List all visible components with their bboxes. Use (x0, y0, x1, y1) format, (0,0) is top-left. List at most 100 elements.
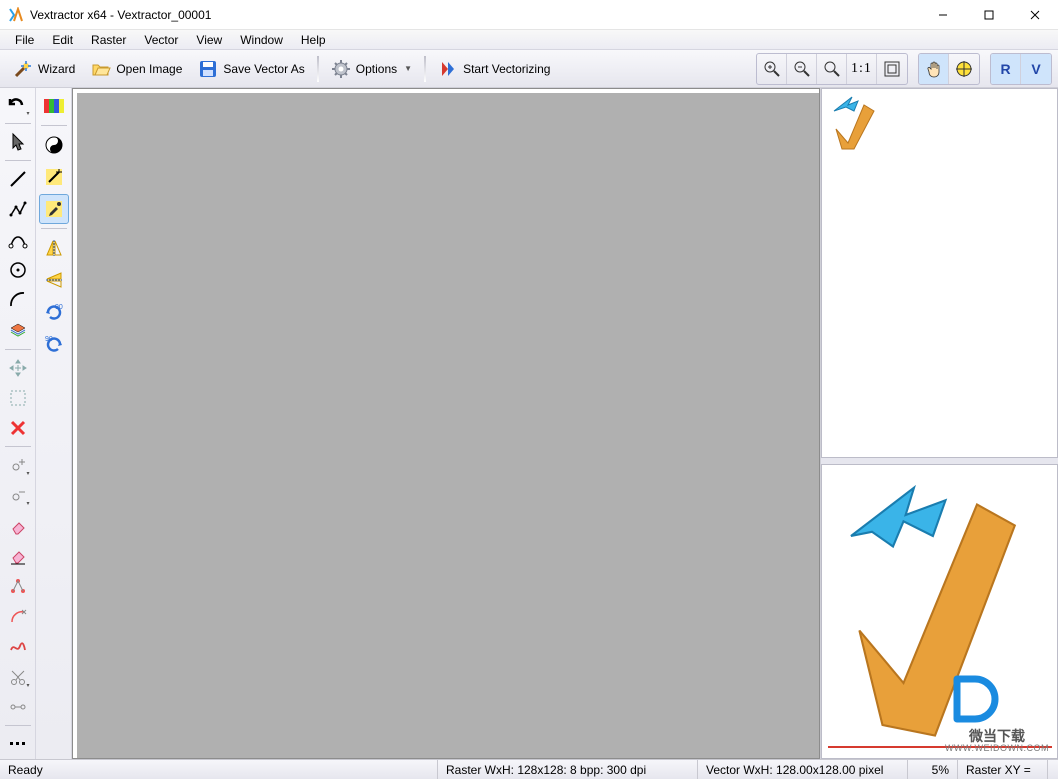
save-vector-as-button[interactable]: Save Vector As (191, 54, 311, 84)
merge-nodes-tool[interactable] (3, 572, 33, 600)
yinyang-tool[interactable] (39, 130, 69, 160)
zoom-in-icon (763, 60, 781, 78)
wizard-icon (13, 59, 33, 79)
zoom-out-icon (793, 60, 811, 78)
polyline-tool[interactable] (3, 195, 33, 223)
menu-edit[interactable]: Edit (43, 31, 82, 49)
overview-pane[interactable] (821, 88, 1058, 458)
zoom-out-button[interactable] (787, 54, 817, 84)
zoom-actual-button[interactable]: 1:1 (847, 54, 877, 84)
main-toolbar: Wizard Open Image Save Vector As Options… (0, 50, 1058, 88)
delete-tool[interactable] (3, 414, 33, 442)
rotate-cw-tool[interactable]: 90 (39, 297, 69, 327)
magic-wand-tool[interactable] (39, 162, 69, 192)
eraser-line-tool[interactable] (3, 542, 33, 570)
rotate-ccw-tool[interactable]: 90 (39, 329, 69, 359)
menu-window[interactable]: Window (231, 31, 292, 49)
zoom-in-button[interactable] (757, 54, 787, 84)
node-plus-icon (8, 455, 28, 475)
connect-tool[interactable] (3, 693, 33, 721)
crosshair-icon (955, 60, 973, 78)
freehand-tool[interactable] (3, 632, 33, 660)
start-vectorizing-button[interactable]: Start Vectorizing (431, 54, 557, 84)
watermark-logo-icon (945, 669, 1015, 729)
menu-file[interactable]: File (6, 31, 43, 49)
select-rect-tool[interactable] (3, 384, 33, 412)
one-to-one-label: 1:1 (851, 61, 872, 77)
palette-icon (43, 98, 65, 114)
remove-node-tool[interactable]: ▾ (3, 481, 33, 509)
menubar: File Edit Raster Vector View Window Help (0, 30, 1058, 50)
window-title: Vextractor x64 - Vextractor_00001 (30, 8, 920, 22)
statusbar: Ready Raster WxH: 128x128: 8 bpp: 300 dp… (0, 759, 1058, 779)
menu-help[interactable]: Help (292, 31, 335, 49)
toolbox-left-primary: ▾ ▾ ▾ ▾ (0, 88, 36, 759)
raster-layer-button[interactable]: R (991, 54, 1021, 84)
hand-icon (925, 60, 943, 78)
menu-view[interactable]: View (187, 31, 231, 49)
merge-icon (8, 576, 28, 596)
vector-layer-button[interactable]: V (1021, 54, 1051, 84)
fit-screen-icon (883, 60, 901, 78)
pointer-tool[interactable] (3, 128, 33, 156)
bezier-tool[interactable] (3, 226, 33, 254)
flip-horizontal-tool[interactable] (39, 233, 69, 263)
right-panels: 微当下载 WWW.WEIDOWN.COM (820, 88, 1058, 759)
options-button[interactable]: Options ▼ (324, 54, 419, 84)
open-image-button[interactable]: Open Image (84, 54, 189, 84)
minimize-button[interactable] (920, 0, 966, 30)
canvas[interactable] (72, 88, 820, 759)
snap-circle-tool[interactable] (3, 602, 33, 630)
move-tool[interactable] (3, 353, 33, 381)
flip-h-icon (44, 238, 64, 258)
zoom-fit-button[interactable] (877, 54, 907, 84)
workspace: 微当下载 WWW.WEIDOWN.COM (72, 88, 1058, 759)
yinyang-icon (44, 135, 64, 155)
color-picker-tool[interactable] (39, 194, 69, 224)
ruler-vertical (73, 89, 77, 758)
scissors-tool[interactable]: ▾ (3, 662, 33, 690)
delete-x-icon (8, 418, 28, 438)
play-icon (438, 59, 458, 79)
menu-vector[interactable]: Vector (135, 31, 187, 49)
close-button[interactable] (1012, 0, 1058, 30)
polyline-icon (8, 200, 28, 220)
add-node-tool[interactable]: ▾ (3, 451, 33, 479)
node-minus-icon (8, 485, 28, 505)
eraser-tool[interactable] (3, 511, 33, 539)
crosshair-button[interactable] (949, 54, 979, 84)
layer-group: R V (990, 53, 1052, 85)
bezier-icon (8, 230, 28, 250)
cut-icon (8, 667, 28, 687)
undo-tool[interactable]: ▾ (3, 91, 33, 119)
main-area: ▾ ▾ ▾ ▾ 90 90 (0, 88, 1058, 759)
maximize-button[interactable] (966, 0, 1012, 30)
preview-pane[interactable]: 微当下载 WWW.WEIDOWN.COM (821, 464, 1058, 759)
nav-group (918, 53, 980, 85)
circle-tool[interactable] (3, 256, 33, 284)
layers-icon (8, 320, 28, 340)
status-ready: Ready (0, 760, 438, 779)
line-tool[interactable] (3, 165, 33, 193)
magic-wand-icon (44, 167, 64, 187)
v-letter-icon: V (1031, 61, 1040, 77)
svg-text:90: 90 (55, 304, 63, 311)
palette-tool[interactable] (39, 91, 69, 121)
arc-tool[interactable] (3, 286, 33, 314)
multilayer-tool[interactable] (3, 316, 33, 344)
options-label: Options (356, 62, 397, 76)
status-raster-xy: Raster XY = (958, 760, 1048, 779)
menu-raster[interactable]: Raster (82, 31, 135, 49)
status-zoom: 5% (908, 760, 958, 779)
circle-icon (8, 260, 28, 280)
wizard-button[interactable]: Wizard (6, 54, 82, 84)
freehand-icon (8, 636, 28, 656)
flip-vertical-tool[interactable] (39, 265, 69, 295)
watermark-text: 微当下载 (945, 729, 1049, 744)
save-icon (198, 59, 218, 79)
pan-button[interactable] (919, 54, 949, 84)
ruler-horizontal (73, 89, 819, 93)
line-icon (8, 169, 28, 189)
more-tools[interactable] (3, 730, 33, 758)
zoom-region-button[interactable] (817, 54, 847, 84)
